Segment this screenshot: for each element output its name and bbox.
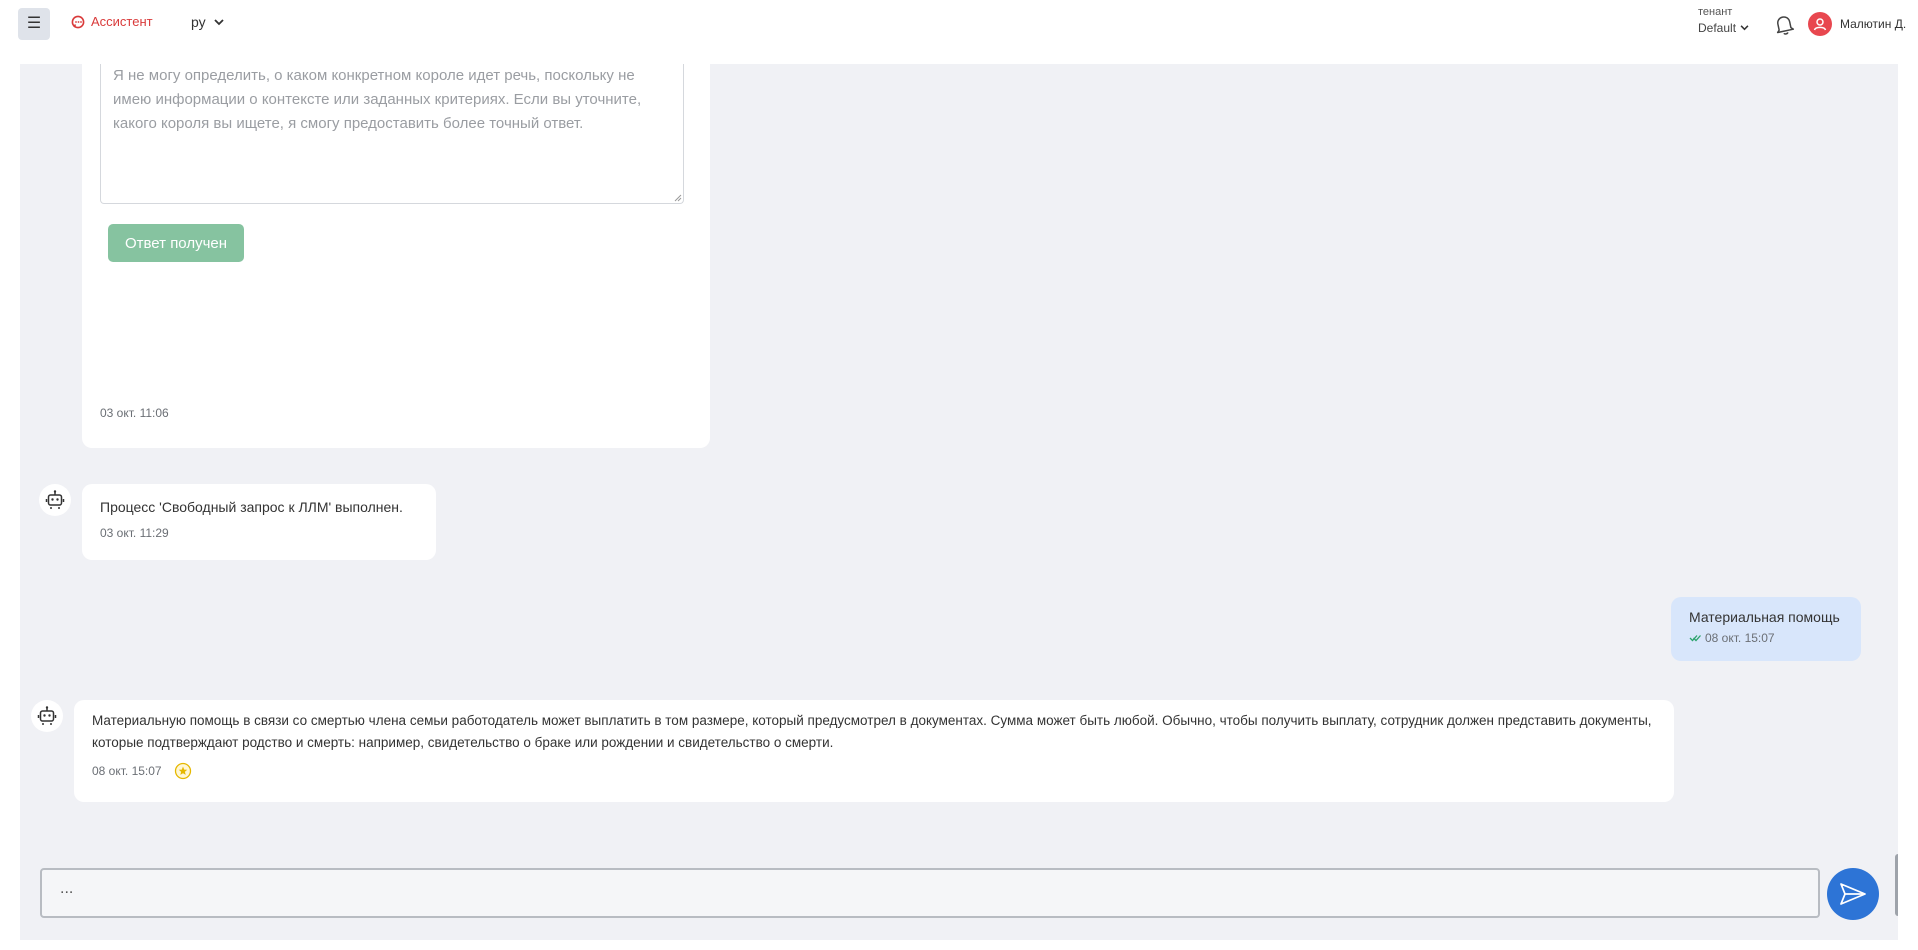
tenant-label: тенант [1698,6,1733,18]
robot-icon [45,490,65,509]
message-timestamp: 08 окт. 15:07 [1705,631,1775,645]
message-timestamp: 08 окт. 15:07 [92,764,162,778]
message-text: Материальная помощь [1689,609,1840,625]
bot-avatar [39,484,71,516]
send-icon [1840,883,1866,905]
bot-avatar [31,700,63,732]
double-check-icon [1689,635,1701,642]
user-icon [1813,18,1827,31]
language-label: ру [191,14,206,30]
user-name[interactable]: Малютин Д. [1840,17,1906,31]
message-input[interactable]: ... [40,868,1820,918]
hamburger-icon: ☰ [26,15,42,32]
assistant-logo-icon [71,15,85,28]
message-timestamp: 03 окт. 11:06 [100,406,169,420]
message-text: Материальную помощь в связи со смертью ч… [92,713,1652,750]
tenant-value: Default [1698,21,1737,35]
chat-scrollbar[interactable] [1895,854,1898,916]
avatar[interactable] [1808,12,1832,36]
tenant-selector[interactable]: тенант Default [1698,6,1749,35]
answer-textarea[interactable]: Я не могу определить, о каком конкретном… [100,64,684,204]
user-message: Материальная помощь 08 окт. 15:07 [1671,597,1861,661]
chat-panel: Я не могу определить, о каком конкретном… [20,64,1898,940]
language-selector[interactable]: ру [191,14,224,30]
brand-link[interactable]: Ассистент [71,14,153,29]
bot-message: Материальную помощь в связи со смертью ч… [74,700,1674,802]
resize-grip-icon[interactable] [674,194,682,202]
bot-message: Процесс 'Свободный запрос к ЛЛМ' выполне… [82,484,436,560]
bell-icon [1776,16,1795,35]
answer-received-button[interactable]: Ответ получен [108,224,244,262]
message-timestamp: 03 окт. 11:29 [100,526,169,540]
notifications-button[interactable] [1774,14,1795,41]
brand-label: Ассистент [91,14,153,29]
bot-form-card: Я не могу определить, о каком конкретном… [82,64,710,448]
send-button[interactable] [1827,868,1879,920]
menu-button[interactable]: ☰ [18,8,50,40]
rate-star-icon[interactable] [174,762,192,780]
top-header: ☰ Ассистент ру тенант Default Малютин Д. [0,0,1918,64]
chevron-down-icon [214,18,224,25]
robot-icon [37,706,57,725]
message-text: Процесс 'Свободный запрос к ЛЛМ' выполне… [100,499,403,515]
chevron-down-icon [1740,25,1749,31]
